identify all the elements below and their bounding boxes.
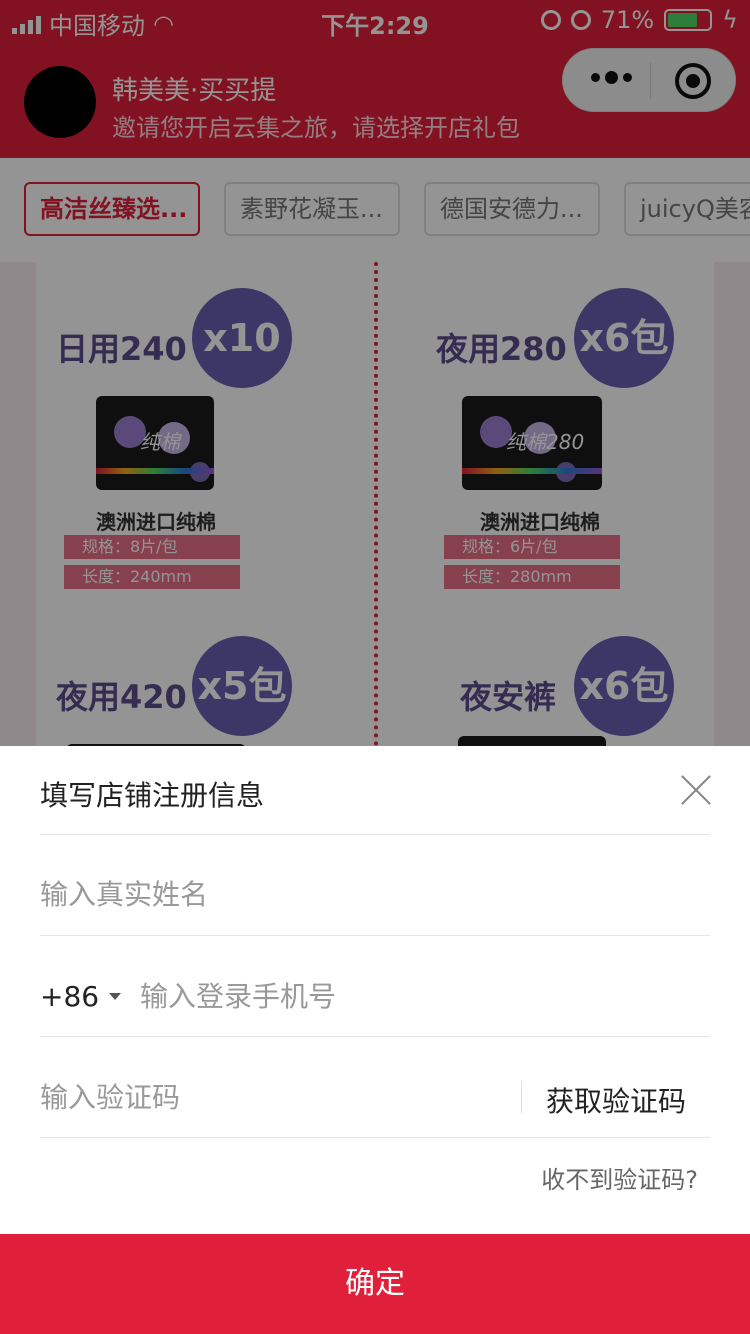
divider [40,1036,710,1037]
divider [40,834,710,835]
verification-code-input[interactable] [40,1075,500,1119]
get-code-button[interactable]: 获取验证码 [546,1080,686,1120]
divider [40,935,710,936]
close-icon[interactable] [680,774,712,806]
real-name-input[interactable] [40,872,680,916]
vertical-divider [521,1081,522,1113]
country-code-select[interactable]: +86 [40,980,122,1013]
sheet-title: 填写店铺注册信息 [40,779,265,812]
country-code-value: +86 [40,980,100,1013]
modal-backdrop[interactable] [0,0,750,746]
phone-input[interactable] [140,974,680,1018]
no-code-link[interactable]: 收不到验证码? [541,1160,698,1195]
chevron-down-icon [109,993,122,1000]
divider [40,1137,710,1138]
confirm-button[interactable]: 确定 [0,1234,750,1334]
registration-sheet: 填写店铺注册信息 +86 获取验证码 收不到验证码? 确定 [0,746,750,1334]
